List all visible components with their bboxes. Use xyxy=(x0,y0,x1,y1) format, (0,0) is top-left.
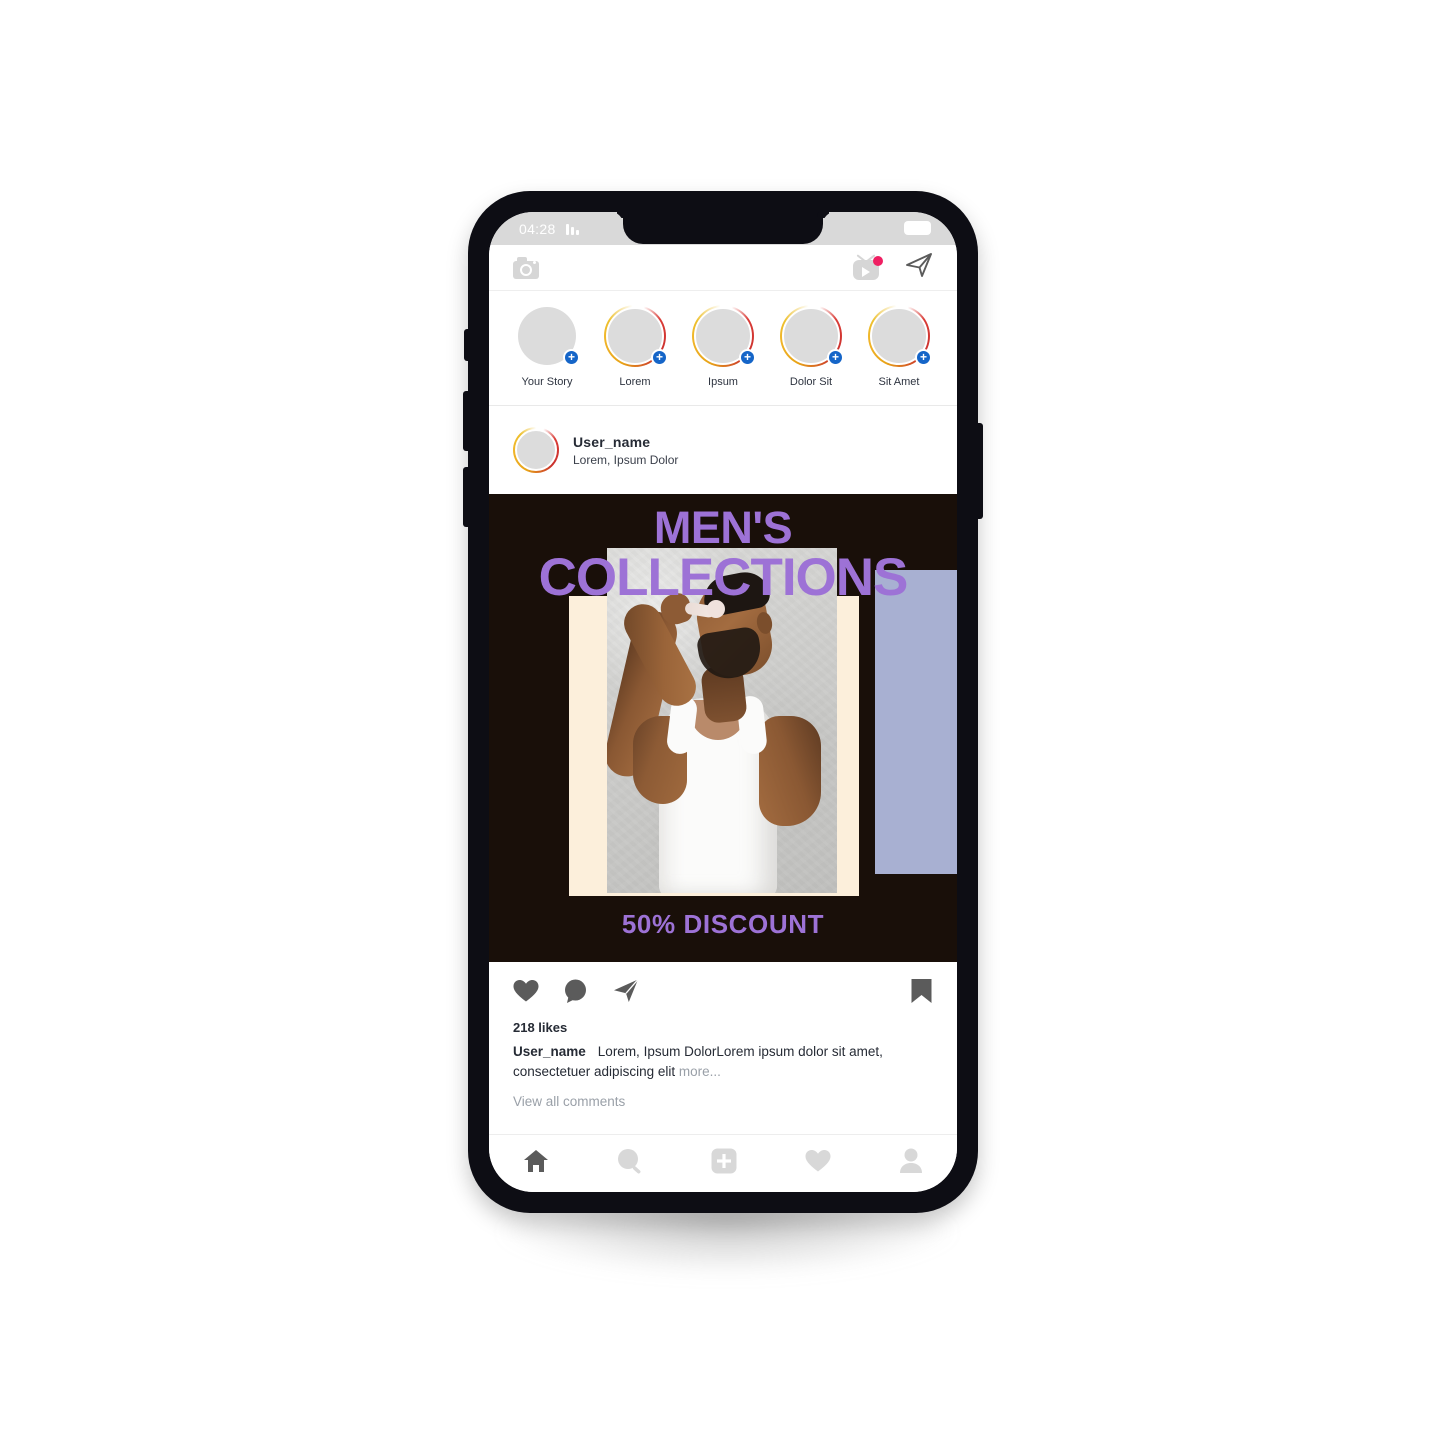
post-action-right-group xyxy=(910,978,933,1004)
phone-screen: 04:28 + Your Story + Lorem + Ipsum + Dol… xyxy=(489,212,957,1192)
story-item[interactable]: + Your Story xyxy=(508,305,586,388)
creative-discount-text: 50% DISCOUNT xyxy=(621,909,825,939)
post-author-username[interactable]: User_name xyxy=(573,434,678,450)
comment-button[interactable] xyxy=(563,979,588,1004)
creative-headline-line2: COLLECTIONS xyxy=(538,547,909,607)
post-location[interactable]: Lorem, Ipsum Dolor xyxy=(573,453,678,467)
post-caption: User_name Lorem, Ipsum DolorLorem ipsum d… xyxy=(513,1042,933,1083)
story-item[interactable]: + Sit Amet xyxy=(860,305,938,388)
phone-mute-switch[interactable] xyxy=(464,329,470,361)
notification-dot-icon xyxy=(873,255,883,266)
creative-headline-line1: MEN'S xyxy=(653,502,793,553)
battery-icon xyxy=(904,221,931,235)
add-story-plus-icon[interactable]: + xyxy=(651,349,668,366)
caption-more-link[interactable]: more... xyxy=(679,1064,721,1079)
app-top-nav xyxy=(489,245,957,291)
share-icon xyxy=(614,979,639,1002)
post-caption-block: 218 likes User_name Lorem, Ipsum DolorLor… xyxy=(489,1020,957,1109)
status-bar-time: 04:28 xyxy=(519,220,556,237)
post-action-left-group xyxy=(513,978,640,1004)
story-ring: + xyxy=(692,305,756,367)
heart-icon xyxy=(805,1149,831,1171)
igtv-icon[interactable] xyxy=(853,255,883,280)
add-post-icon xyxy=(711,1148,737,1173)
story-label: Sit Amet xyxy=(878,376,920,388)
story-label: Lorem xyxy=(619,376,651,388)
story-item[interactable]: + Dolor Sit xyxy=(772,305,850,388)
tab-home[interactable] xyxy=(523,1149,549,1173)
share-button[interactable] xyxy=(612,978,640,1004)
story-label: Ipsum xyxy=(708,376,738,388)
lavender-accent-panel xyxy=(875,570,957,874)
direct-message-glyph xyxy=(906,253,932,277)
phone-notch xyxy=(623,212,823,244)
view-all-comments-link[interactable]: View all comments xyxy=(513,1094,933,1109)
post-author-text: User_name Lorem, Ipsum Dolor xyxy=(573,434,678,467)
search-icon xyxy=(618,1148,641,1173)
story-item[interactable]: + Lorem xyxy=(596,305,674,388)
story-label: Dolor Sit xyxy=(789,376,833,388)
story-item[interactable]: + Ipsum xyxy=(684,305,762,388)
like-button[interactable] xyxy=(513,979,539,1003)
home-icon xyxy=(524,1149,548,1172)
phone-frame: 04:28 + Your Story + Lorem + Ipsum + Dol… xyxy=(463,191,983,1213)
tab-profile[interactable] xyxy=(899,1148,923,1173)
story-ring: + xyxy=(604,305,668,367)
story-ring: + xyxy=(516,305,580,367)
creative-headline: MEN'S COLLECTIONS xyxy=(489,505,957,607)
post-likes-count[interactable]: 218 likes xyxy=(513,1020,933,1035)
add-story-plus-icon[interactable]: + xyxy=(915,349,932,366)
stories-tray[interactable]: + Your Story + Lorem + Ipsum + Dolor Sit… xyxy=(489,291,957,406)
post-media[interactable]: MEN'S COLLECTIONS 50% DISCOUNT xyxy=(489,494,957,962)
phone-drop-shadow xyxy=(492,1205,962,1275)
profile-icon xyxy=(900,1148,922,1173)
direct-message-icon[interactable] xyxy=(905,252,933,283)
tab-search[interactable] xyxy=(617,1148,643,1174)
post-header: User_name Lorem, Ipsum Dolor xyxy=(489,406,957,494)
phone-volume-up-button[interactable] xyxy=(463,391,470,451)
phone-volume-down-button[interactable] xyxy=(463,467,470,527)
comment-icon xyxy=(565,979,586,1003)
add-story-plus-icon[interactable]: + xyxy=(739,349,756,366)
post-action-bar xyxy=(489,962,957,1020)
bottom-tab-bar xyxy=(489,1134,957,1192)
add-story-plus-icon[interactable]: + xyxy=(563,349,580,366)
tab-activity[interactable] xyxy=(805,1149,831,1173)
bookmark-icon xyxy=(911,979,932,1003)
story-ring: + xyxy=(780,305,844,367)
post-author-avatar-ring[interactable] xyxy=(513,427,559,473)
camera-icon[interactable] xyxy=(513,256,539,279)
tab-add-post[interactable] xyxy=(711,1148,737,1174)
story-label: Your Story xyxy=(521,376,573,388)
story-ring: + xyxy=(868,305,932,367)
signal-bars-icon xyxy=(565,223,579,235)
add-story-plus-icon[interactable]: + xyxy=(827,349,844,366)
avatar xyxy=(515,429,557,471)
status-bar: 04:28 xyxy=(489,212,957,245)
heart-icon xyxy=(513,980,539,1002)
phone-power-button[interactable] xyxy=(976,423,983,519)
save-button[interactable] xyxy=(910,978,933,1004)
caption-username[interactable]: User_name xyxy=(513,1044,586,1059)
screenshot-canvas: 04:28 + Your Story + Lorem + Ipsum + Dol… xyxy=(0,0,1445,1445)
